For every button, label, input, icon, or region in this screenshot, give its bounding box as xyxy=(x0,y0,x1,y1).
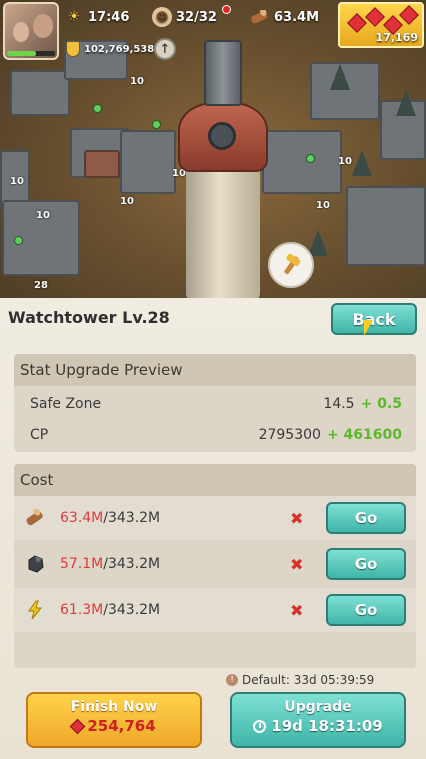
tree xyxy=(396,90,416,116)
cost-heading: Cost xyxy=(14,464,416,496)
go-button-energy[interactable]: Go xyxy=(326,594,406,626)
notification-dot xyxy=(222,5,231,14)
cost-section: Cost 63.4M/343.2M ✖ Go 57.1M/343.2M ✖ Go… xyxy=(14,464,416,668)
population-value: 32/32 xyxy=(176,9,217,25)
gem-shop-button[interactable]: 17,169 xyxy=(338,2,424,48)
building[interactable] xyxy=(10,70,70,116)
upgrade-arrow-button[interactable]: ↑ xyxy=(154,38,176,60)
go-button-stone[interactable]: Go xyxy=(326,548,406,580)
gem-icon xyxy=(365,7,385,27)
gem-icon xyxy=(70,718,86,734)
cost-have: 57.1M xyxy=(60,556,104,572)
panel-title: Watchtower Lv.28 xyxy=(8,308,170,327)
energy-icon xyxy=(24,599,46,621)
cost-amount: 61.3M/343.2M xyxy=(60,602,160,618)
status-dot xyxy=(93,104,102,113)
stat-row-safe-zone: Safe Zone 14.5 + 0.5 xyxy=(30,392,402,416)
stat-current: 14.5 xyxy=(323,396,355,412)
time-value: 17:46 xyxy=(88,9,130,25)
cost-row-wood: 63.4M/343.2M ✖ Go xyxy=(14,496,416,540)
building-level: 10 xyxy=(120,196,134,207)
stat-current: 2795300 xyxy=(258,427,321,443)
building-level: 10 xyxy=(338,156,352,167)
insufficient-x-icon: ✖ xyxy=(290,554,304,574)
tree xyxy=(308,230,328,256)
shield-icon xyxy=(66,41,80,57)
wood-display[interactable]: 63.4M xyxy=(250,6,319,28)
cost-amount: 57.1M/343.2M xyxy=(60,556,160,572)
wood-icon xyxy=(24,507,46,529)
power-display[interactable]: 102,769,538 xyxy=(66,40,154,58)
back-button[interactable]: Back xyxy=(331,303,417,335)
gem-icon xyxy=(347,13,367,33)
building[interactable] xyxy=(84,150,120,178)
finish-now-label: Finish Now xyxy=(70,699,158,715)
upgrade-hammer-icon[interactable] xyxy=(268,242,314,288)
gem-icon xyxy=(399,5,419,25)
upgrade-label: Upgrade xyxy=(284,699,352,715)
building[interactable] xyxy=(346,186,426,266)
time-display: ☀ 17:46 xyxy=(64,6,130,28)
building[interactable] xyxy=(120,130,176,194)
go-button-wood[interactable]: Go xyxy=(326,502,406,534)
population-display[interactable]: ☻ 32/32 xyxy=(152,6,217,28)
status-dot xyxy=(306,154,315,163)
finish-now-cost: 254,764 xyxy=(28,717,200,735)
stat-name: Safe Zone xyxy=(30,396,102,412)
building-level: 10 xyxy=(130,76,144,87)
gem-count: 17,169 xyxy=(375,31,418,44)
stone-icon xyxy=(24,553,46,575)
stat-increase: + 0.5 xyxy=(360,396,402,412)
building-level: 10 xyxy=(36,210,50,221)
building-level: 10 xyxy=(316,200,330,211)
wood-value: 63.4M xyxy=(274,9,320,25)
info-icon: ! xyxy=(226,674,238,686)
tree xyxy=(352,150,372,176)
upgrade-time-value: 19d 18:31:09 xyxy=(271,717,383,735)
insufficient-x-icon: ✖ xyxy=(290,600,304,620)
building-level: 28 xyxy=(34,280,48,291)
tree xyxy=(330,64,350,90)
population-icon: ☻ xyxy=(152,7,172,27)
status-dot xyxy=(152,120,161,129)
pointer-cursor-icon xyxy=(364,320,373,336)
status-dot xyxy=(14,236,23,245)
building-panel: Watchtower Lv.28 Back Stat Upgrade Previ… xyxy=(0,298,426,759)
cost-amount: 63.4M/343.2M xyxy=(60,510,160,526)
default-upgrade-time: ! Default: 33d 05:39:59 xyxy=(226,673,374,687)
clock-icon xyxy=(253,719,267,733)
sun-icon: ☀ xyxy=(67,9,81,25)
stat-row-cp: CP 2795300 + 461600 xyxy=(30,423,402,447)
insufficient-x-icon: ✖ xyxy=(290,508,304,528)
upgrade-time: 19d 18:31:09 xyxy=(232,717,404,735)
wood-icon xyxy=(250,7,270,27)
cost-row-energy: 61.3M/343.2M ✖ Go xyxy=(14,588,416,632)
building-level: 10 xyxy=(10,176,24,187)
watchtower[interactable] xyxy=(178,40,268,298)
cost-need: /343.2M xyxy=(103,510,161,526)
cost-row-stone: 57.1M/343.2M ✖ Go xyxy=(14,542,416,586)
cost-have: 61.3M xyxy=(60,602,104,618)
finish-now-button[interactable]: Finish Now 254,764 xyxy=(26,692,202,748)
power-value: 102,769,538 xyxy=(84,43,155,55)
stat-preview-section: Stat Upgrade Preview Safe Zone 14.5 + 0.… xyxy=(14,354,416,452)
finish-now-cost-value: 254,764 xyxy=(87,717,156,735)
cost-have: 63.4M xyxy=(60,510,104,526)
building[interactable] xyxy=(262,130,342,194)
cost-need: /343.2M xyxy=(103,602,161,618)
cost-need: /343.2M xyxy=(103,556,161,572)
player-avatar[interactable] xyxy=(3,2,59,60)
stat-increase: + 461600 xyxy=(326,427,402,443)
default-time-text: Default: 33d 05:39:59 xyxy=(242,673,375,687)
stat-name: CP xyxy=(30,427,49,443)
stat-preview-heading: Stat Upgrade Preview xyxy=(14,354,416,386)
upgrade-button[interactable]: Upgrade 19d 18:31:09 xyxy=(230,692,406,748)
